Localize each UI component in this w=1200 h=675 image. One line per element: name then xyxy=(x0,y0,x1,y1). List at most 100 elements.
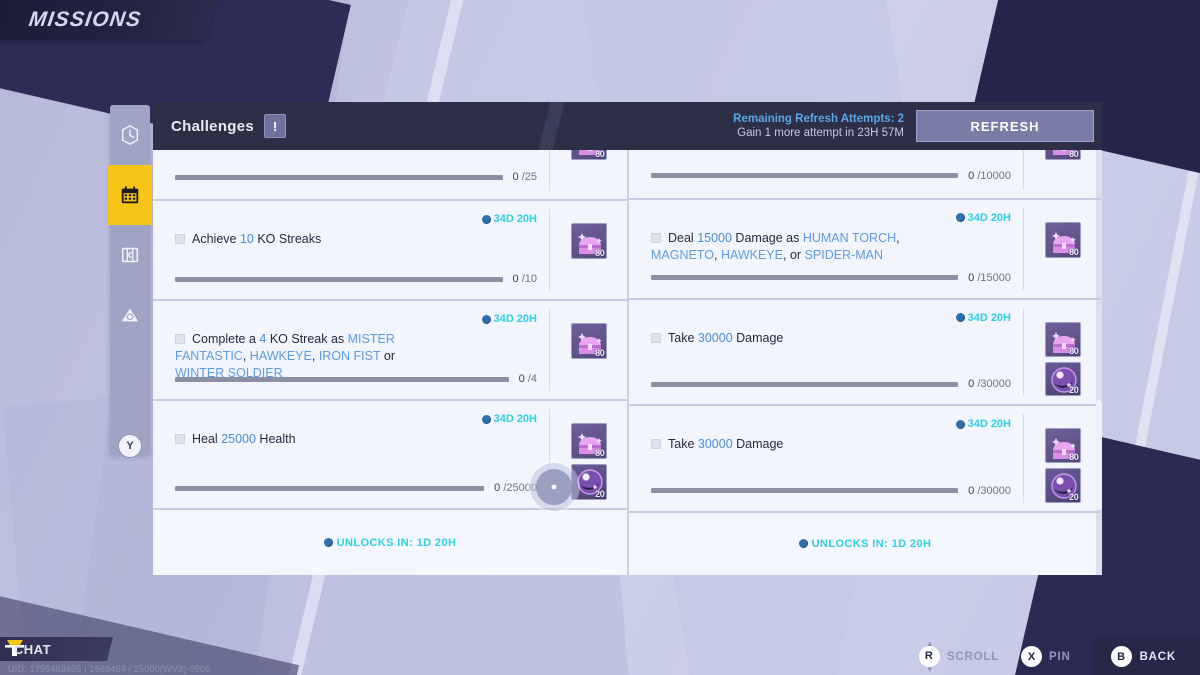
challenge-progress: 0 /10 xyxy=(175,273,537,285)
challenge-row: Heal 25000 Health 34D 20H 0 /25000 80 20 xyxy=(153,401,627,510)
scrollbar-thumb[interactable] xyxy=(1096,400,1102,510)
chat-button[interactable]: CHAT xyxy=(0,637,113,661)
reward-quantity: 80 xyxy=(1069,452,1079,463)
challenge-rewards: 80 xyxy=(549,309,627,391)
reward-item-chest[interactable]: 80 xyxy=(570,150,607,160)
sidebar-item-achievements[interactable] xyxy=(110,285,150,345)
challenge-rewards: 80 xyxy=(549,209,627,291)
challenge-timer: 34D 20H xyxy=(955,418,1011,430)
reward-item-chest[interactable]: 80 xyxy=(570,323,607,359)
unlock-footer: UNLOCKS IN: 1D 20H xyxy=(629,512,1101,575)
reward-quantity: 80 xyxy=(1069,150,1079,159)
sidebar[interactable] xyxy=(108,105,152,455)
value-highlight: 30000 xyxy=(697,437,733,452)
challenge-checkbox[interactable] xyxy=(175,333,185,344)
text-segment: or xyxy=(380,348,395,363)
timer-icon xyxy=(955,419,965,429)
sidebar-item-challenges[interactable] xyxy=(108,165,152,225)
progress-current: 0 xyxy=(494,482,501,494)
challenge-rewards: 80 xyxy=(1023,150,1101,190)
hero-name: HAWKEYE xyxy=(720,247,783,262)
challenge-main: Deal 15000 Damage as HUMAN TORCH, MAGNET… xyxy=(629,208,1023,290)
challenge-progress: 0 /15000 xyxy=(651,272,1011,284)
reward-item-chest[interactable]: 80 xyxy=(1044,428,1081,464)
text-segment: Take xyxy=(668,330,698,345)
reward-item-chest[interactable]: 80 xyxy=(1044,221,1081,258)
challenge-row: Take 30000 Damage 34D 20H 0 /30000 80 20 xyxy=(629,299,1101,407)
challenge-checkbox[interactable] xyxy=(175,433,185,444)
refresh-timer-text: Gain 1 more attempt in 23H 57M xyxy=(737,127,904,139)
uid-text: UID: 1795483605 | 1669454 | 25080(WV3)-0… xyxy=(8,664,211,674)
hero-name: SPIDER-MAN xyxy=(804,247,884,262)
page-title: MISSIONS xyxy=(27,8,143,31)
challenge-row: Achieve 10 KO Streaks 34D 20H 0 /10 80 xyxy=(153,201,627,301)
reward-item-chest[interactable]: 80 xyxy=(1044,321,1081,357)
refresh-button-label: REFRESH xyxy=(970,118,1040,134)
screen-title-banner: MISSIONS xyxy=(0,0,215,40)
text-segment: , xyxy=(713,247,721,262)
alert-badge[interactable]: ! xyxy=(264,114,287,138)
alert-badge-label: ! xyxy=(272,118,278,134)
scrollbar-track[interactable] xyxy=(1096,150,1102,575)
control-hints: ▲ R ▼ SCROLL X PIN B BACK xyxy=(880,638,1200,675)
challenge-main: Take 30000 Damage 34D 20H 0 /30000 xyxy=(629,414,1023,503)
unlock-timer-icon xyxy=(323,538,333,547)
challenge-rewards: 80 20 xyxy=(1023,414,1101,503)
reward-quantity: 80 xyxy=(595,150,605,159)
hero-name: HAWKEYE xyxy=(249,348,312,363)
challenge-checkbox[interactable] xyxy=(651,332,661,343)
reward-quantity: 80 xyxy=(1069,246,1079,257)
progress-bar-track xyxy=(175,276,503,282)
triangle-badge-icon xyxy=(121,308,139,322)
clock-hex-icon xyxy=(121,124,139,146)
challenge-timer: 34D 20H xyxy=(481,313,537,325)
reward-quantity: 80 xyxy=(595,348,605,358)
challenge-progress: 0 /25000 xyxy=(175,482,537,494)
progress-current: 0 xyxy=(512,171,519,183)
hint-back[interactable]: B BACK xyxy=(1092,638,1200,675)
hint-pin[interactable]: X PIN xyxy=(1021,646,1071,667)
reward-item-chest[interactable]: 80 xyxy=(1044,150,1081,160)
button-b-label: B xyxy=(1117,650,1126,663)
challenge-progress: 0 /10000 xyxy=(651,170,1011,182)
sidebar-item-cards[interactable] xyxy=(110,225,150,285)
challenge-checkbox[interactable] xyxy=(175,233,185,244)
chevron-up-icon: ▲ xyxy=(925,639,934,648)
progress-label: 0 /4 xyxy=(518,373,537,385)
sidebar-item-events[interactable] xyxy=(110,105,150,165)
progress-label: 0 /25000 xyxy=(494,482,537,494)
refresh-button[interactable]: REFRESH xyxy=(916,110,1094,142)
progress-current: 0 xyxy=(512,273,519,285)
challenge-checkbox[interactable] xyxy=(651,232,661,243)
reward-item-orb[interactable]: 20 xyxy=(1044,468,1081,503)
hero-name: IRON FIST xyxy=(318,348,381,363)
text-segment: Damage as xyxy=(731,230,803,245)
challenge-rewards: 80 20 xyxy=(549,409,627,500)
challenge-row: 0 /10000 80 xyxy=(629,150,1101,200)
challenge-main: SHOW 0 /25 xyxy=(153,150,549,191)
challenge-main: Complete a 4 KO Streak as MISTER FANTAST… xyxy=(153,309,549,391)
challenge-timer-label: 34D 20H xyxy=(493,413,537,425)
challenge-rewards: 80 20 xyxy=(1023,307,1101,397)
challenge-timer-label: 34D 20H xyxy=(493,213,537,225)
sidebar-page-button[interactable]: Y xyxy=(118,434,142,458)
reward-item-chest[interactable]: 80 xyxy=(570,423,607,459)
hint-scroll[interactable]: ▲ R ▼ SCROLL xyxy=(918,639,999,674)
text-segment: KO Streaks xyxy=(253,232,322,246)
challenge-row: Take 30000 Damage 34D 20H 0 /30000 80 20 xyxy=(629,406,1101,513)
text-segment: Achieve xyxy=(192,232,240,246)
panel-title: Challenges xyxy=(171,117,255,135)
challenge-progress: 0 /30000 xyxy=(651,485,1011,497)
challenge-checkbox[interactable] xyxy=(651,439,661,450)
progress-label: 0 /15000 xyxy=(968,271,1011,284)
challenge-timer: 34D 20H xyxy=(481,213,537,225)
text-segment: Damage xyxy=(732,437,784,452)
value-highlight: 25000 xyxy=(221,432,256,446)
reward-quantity: 80 xyxy=(595,248,605,258)
reward-item-orb[interactable]: 20 xyxy=(570,464,607,500)
unlock-text: UNLOCKS IN: 1D 20H xyxy=(323,537,457,549)
stick-r-label: R xyxy=(924,650,933,662)
reward-item-chest[interactable]: 80 xyxy=(570,223,607,259)
chevron-down-icon: ▼ xyxy=(925,665,934,674)
reward-item-orb[interactable]: 20 xyxy=(1044,361,1081,397)
